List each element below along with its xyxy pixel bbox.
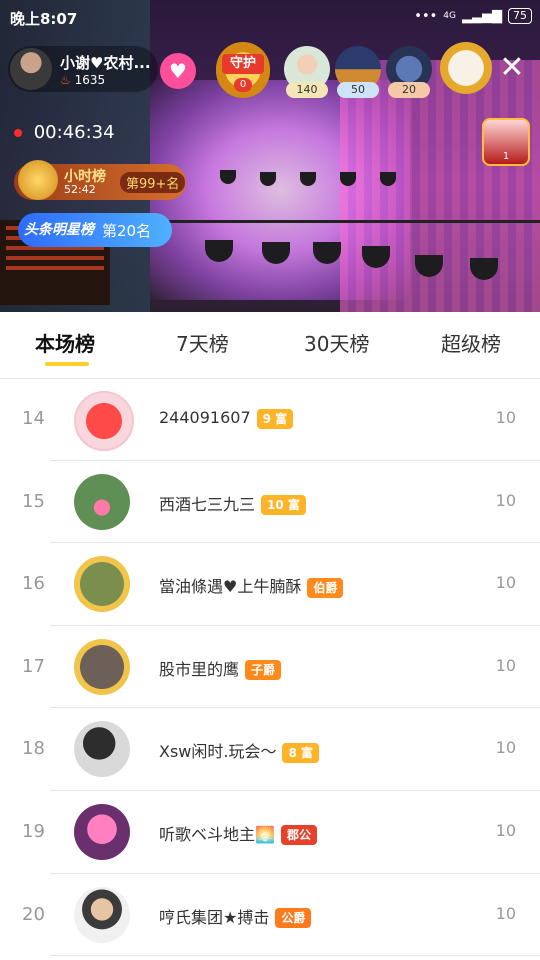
top-viewer-count: 20 [388,82,430,98]
list-item[interactable]: 14 244091607 9 富 10 [0,378,540,461]
list-item[interactable]: 18 Xsw闲时.玩会～ 8 富 10 [0,708,540,791]
row-score: 10 [495,490,516,510]
row-name: Xsw闲时.玩会～ 8 富 [159,738,320,763]
avatar[interactable] [74,803,130,860]
fire-icon: ♨ [60,73,71,87]
hour-rank-time: 52:42 [64,183,96,196]
network-label: 4G [443,11,456,21]
hour-rank-banner[interactable]: 小时榜 52:42 第99+名 [14,160,186,200]
battery-icon: 75 [508,8,532,24]
row-name: 西酒七三九三 10 富 [159,491,306,516]
list-item[interactable]: 17 股市里的鹰 子爵 10 [0,626,540,709]
row-score: 10 [495,408,516,427]
signal-icon: ▂▃▅▇ [462,8,502,24]
live-timer: 00:46:34 [14,122,115,143]
row-rank: 15 [22,490,45,512]
status-bar: 晚上8:07 ••• 4G ▂▃▅▇ 75 [0,0,540,36]
top-viewer-count: 140 [286,82,328,98]
noble-badge: 子爵 [245,660,282,681]
noble-badge: 郡公 [280,825,317,846]
divider [50,955,540,957]
row-name: 244091607 9 富 [159,408,294,429]
status-icons: ••• 4G ▂▃▅▇ 75 [414,8,532,24]
guard-count: 0 [234,78,252,92]
heart-icon: ♥ [169,59,187,83]
avatar[interactable] [74,556,130,613]
star-rank-position: 第20名 [102,222,152,240]
row-rank: 20 [22,903,45,925]
tab-super[interactable]: 超级榜 [441,328,501,357]
streamer-name: 小谢♥农村... [60,54,151,72]
list-item[interactable]: 15 西酒七三九三 10 富 10 [0,461,540,544]
avatar[interactable] [74,391,134,451]
row-rank: 17 [22,655,45,677]
streamer-info[interactable]: 小谢♥农村... ♨ 1635 [8,46,158,92]
noble-badge: 公爵 [275,908,312,929]
trophy-icon [18,160,58,200]
row-name: 當油條遇♥上牛腩酥 伯爵 [159,573,344,598]
row-rank: 19 [22,820,45,842]
corner-rank-avatar[interactable]: 1 [482,118,530,166]
avatar[interactable] [74,638,130,695]
streamer-avatar[interactable] [10,48,52,90]
wealth-badge: 8 富 [282,742,320,763]
row-score: 10 [495,738,516,758]
crowned-viewer-avatar[interactable] [440,42,492,94]
ranking-tabs: 本场榜 7天榜 30天榜 超级榜 [0,312,540,379]
list-item[interactable]: 20 哼氏集团★搏击 公爵 10 [0,874,540,957]
row-name: 听歌ベ斗地主🌅 郡公 [159,821,317,846]
wealth-badge: 9 富 [256,408,294,429]
star-rank-title: 头条明星榜 [24,222,94,238]
tab-7-days[interactable]: 7天榜 [176,328,229,357]
avatar[interactable] [74,721,130,778]
avatar[interactable] [74,886,130,943]
row-rank: 14 [22,408,45,429]
streamer-fans: ♨ 1635 [60,73,105,87]
status-time: 晚上8:07 [10,10,78,28]
star-rank-banner[interactable]: 头条明星榜 第20名 [18,213,172,247]
guard-label: 守护 [222,54,264,74]
fans-count: 1635 [74,73,106,87]
guard-badge[interactable]: 守护 0 [216,42,270,98]
top-viewer-count: 50 [337,82,379,98]
list-item[interactable]: 19 听歌ベ斗地主🌅 郡公 10 [0,791,540,874]
hour-rank-position: 第99+名 [120,172,186,193]
list-item[interactable]: 16 當油條遇♥上牛腩酥 伯爵 10 [0,543,540,626]
timer-value: 00:46:34 [33,122,115,143]
tab-current-show[interactable]: 本场榜 [35,328,95,357]
avatar[interactable] [74,473,130,530]
tab-30-days[interactable]: 30天榜 [304,328,369,357]
row-score: 10 [495,655,516,675]
row-name: 股市里的鹰 子爵 [159,656,282,681]
more-dots-icon: ••• [414,8,438,24]
recording-dot-icon [14,129,22,137]
row-rank: 16 [22,573,45,595]
row-name: 哼氏集团★搏击 公爵 [159,904,312,929]
rank-list: 14 244091607 9 富 10 15 西酒七三九三 10 富 10 16 當… [0,378,540,957]
row-score: 10 [495,820,516,840]
close-icon[interactable]: ✕ [496,52,528,84]
active-tab-indicator [45,362,89,366]
wealth-badge: 10 富 [261,495,306,516]
row-score: 10 [495,903,516,923]
row-rank: 18 [22,738,45,760]
follow-heart-button[interactable]: ♥ [160,53,196,89]
noble-badge: 伯爵 [307,577,344,598]
row-score: 10 [495,573,516,593]
